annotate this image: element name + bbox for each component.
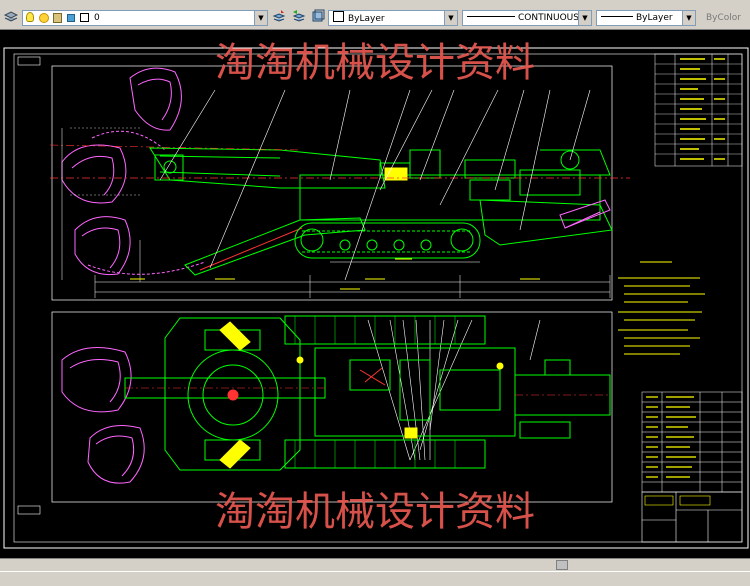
color-dropdown[interactable]: ByLayer ▼ [328, 10, 458, 26]
color-swatch [333, 11, 344, 22]
cad-drawing: 淘淘机械设计资料 淘淘机械设计资料 [3, 40, 749, 549]
parts-table-lower [641, 391, 743, 493]
title-block [641, 491, 743, 543]
drawing-border [3, 47, 749, 549]
layer-previous-icon[interactable] [292, 8, 306, 22]
horizontal-scrollbar[interactable] [0, 558, 750, 571]
rear-conveyor [479, 199, 613, 246]
lineweight-value: ByLayer [636, 13, 673, 23]
top-view-frame [51, 311, 613, 503]
status-bar [0, 571, 750, 586]
drawing-canvas[interactable]: 淘淘机械设计资料 淘淘机械设计资料 [0, 30, 750, 558]
cutter-head-middle [61, 144, 127, 204]
plot-icon[interactable] [67, 14, 75, 22]
technical-notes [618, 261, 705, 355]
color-dropdown-arrow[interactable]: ▼ [444, 11, 457, 25]
layer-states-icon[interactable] [311, 8, 325, 22]
sun-freeze-icon[interactable] [39, 13, 49, 23]
main-body [299, 174, 601, 221]
lineweight-dropdown-arrow[interactable]: ▼ [682, 11, 695, 25]
layer-color-swatch [80, 13, 89, 22]
top-body [314, 347, 516, 437]
plotstyle-dropdown: ByColor [706, 13, 741, 23]
layer-name: 0 [94, 13, 100, 23]
top-view-machine [61, 315, 611, 484]
view-label-top [17, 56, 41, 66]
cutter-head-lower [74, 216, 131, 276]
make-current-layer-icon[interactable] [272, 8, 286, 22]
watermark-bottom: 淘淘机械设计资料 [215, 489, 535, 535]
cutter-head-upper [129, 67, 182, 131]
dimension-text-side [130, 258, 540, 290]
turret-center [227, 389, 239, 401]
side-view-machine [49, 67, 630, 276]
linetype-preview [467, 16, 515, 17]
properties-toolbar: 0 ▼ ByLayer ▼ CONTINUOUS ▼ ByLayer ▼ ByC… [0, 0, 750, 30]
lineweight-dropdown[interactable]: ByLayer ▼ [596, 10, 696, 26]
scrollbar-thumb[interactable] [556, 560, 568, 570]
lineweight-preview [601, 16, 633, 17]
view-label-bottom [17, 505, 41, 515]
watermark-top: 淘淘机械设计资料 [215, 40, 535, 86]
linetype-dropdown-arrow[interactable]: ▼ [578, 11, 591, 25]
layer-dropdown-arrow[interactable]: ▼ [254, 11, 267, 25]
color-value: ByLayer [348, 14, 385, 24]
side-view-frame [51, 65, 613, 301]
parts-table-upper [654, 53, 743, 167]
layer-manager-icon[interactable] [3, 8, 19, 22]
lightbulb-icon[interactable] [26, 12, 34, 22]
lock-icon[interactable] [53, 13, 62, 23]
layer-dropdown[interactable]: 0 ▼ [22, 10, 268, 26]
top-cutter-head-b [87, 425, 145, 484]
inner-border [13, 53, 743, 543]
cutter-boom [149, 147, 386, 189]
top-cutter-head-a [61, 347, 132, 413]
leader-lines-top [367, 319, 541, 461]
linetype-dropdown[interactable]: CONTINUOUS ▼ [462, 10, 592, 26]
linetype-value: CONTINUOUS [518, 13, 579, 23]
loading-ramp [184, 217, 366, 276]
